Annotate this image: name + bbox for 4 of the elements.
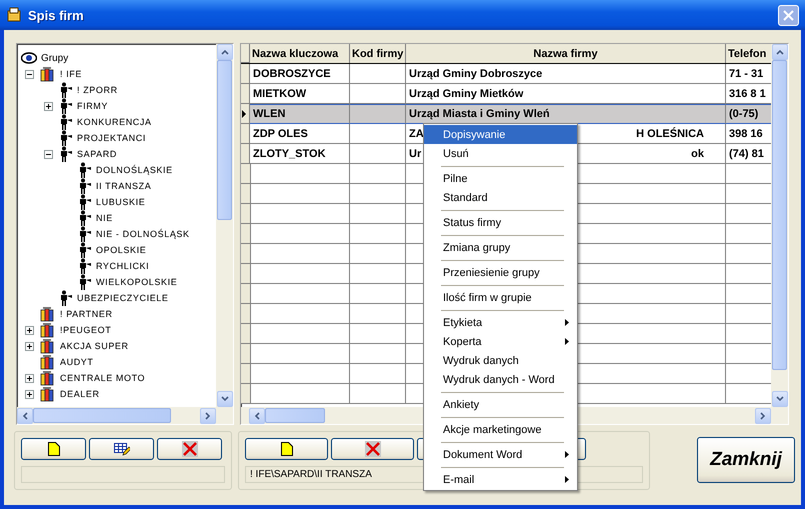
table-cell: Urząd Gminy Mietków (406, 84, 726, 104)
table-cell: MIETKOW (250, 84, 350, 104)
window-title: Spis firm (28, 8, 85, 22)
table-cell: WLEN (250, 104, 350, 124)
